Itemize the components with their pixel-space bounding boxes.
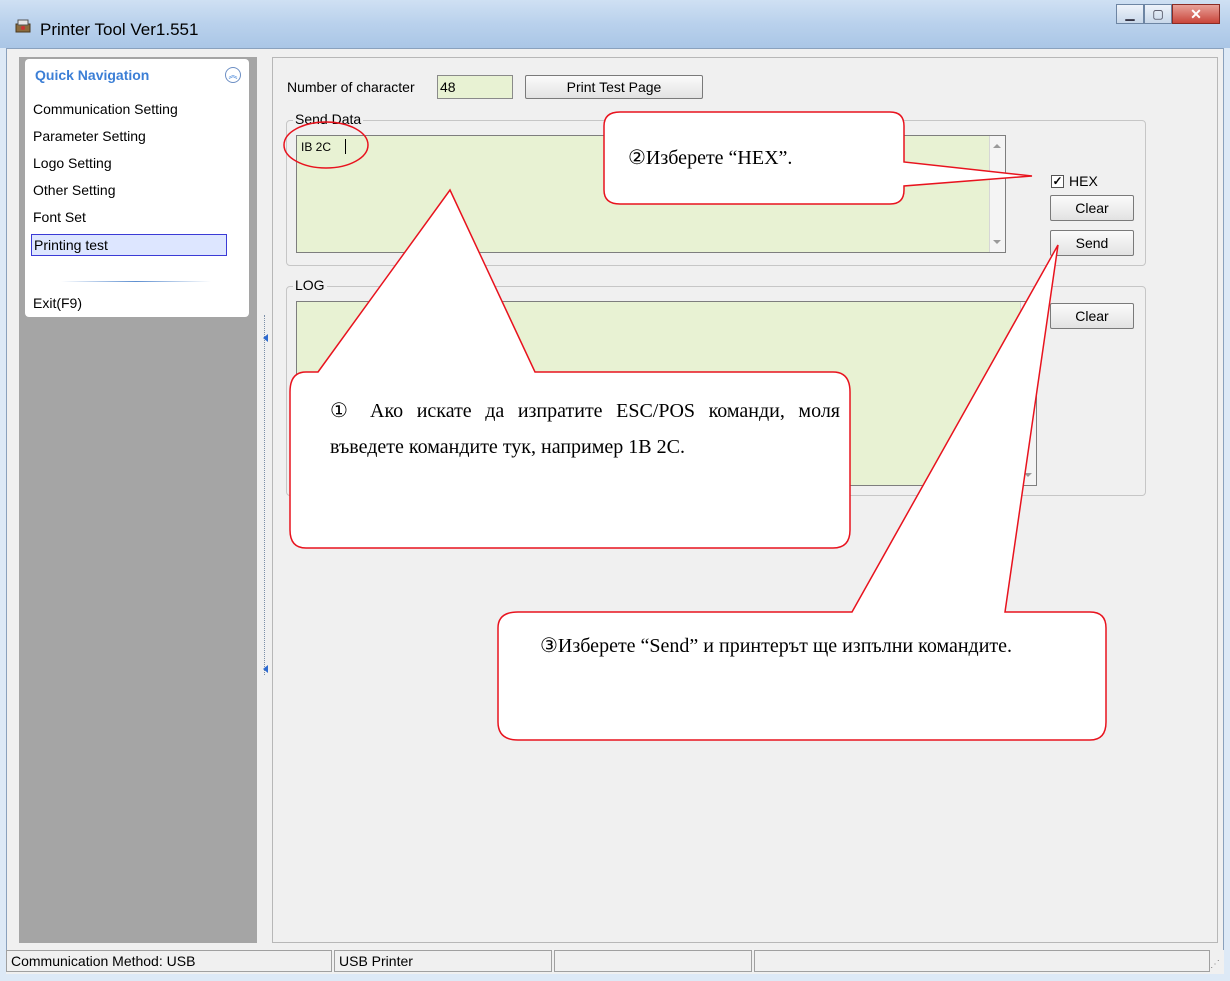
callout-bubble-step1 <box>289 188 851 549</box>
callout-text-step1: ① Ако искате да изпратите ESC/POS команд… <box>330 400 840 458</box>
callout-overlay <box>283 111 1107 741</box>
callout-highlight-ellipse <box>283 121 369 169</box>
callout-text-step2: ②Изберете “HEX”. <box>628 147 793 169</box>
callout-text-step3: ③Изберете “Send” и принтерът ще изпълни … <box>540 635 1013 657</box>
